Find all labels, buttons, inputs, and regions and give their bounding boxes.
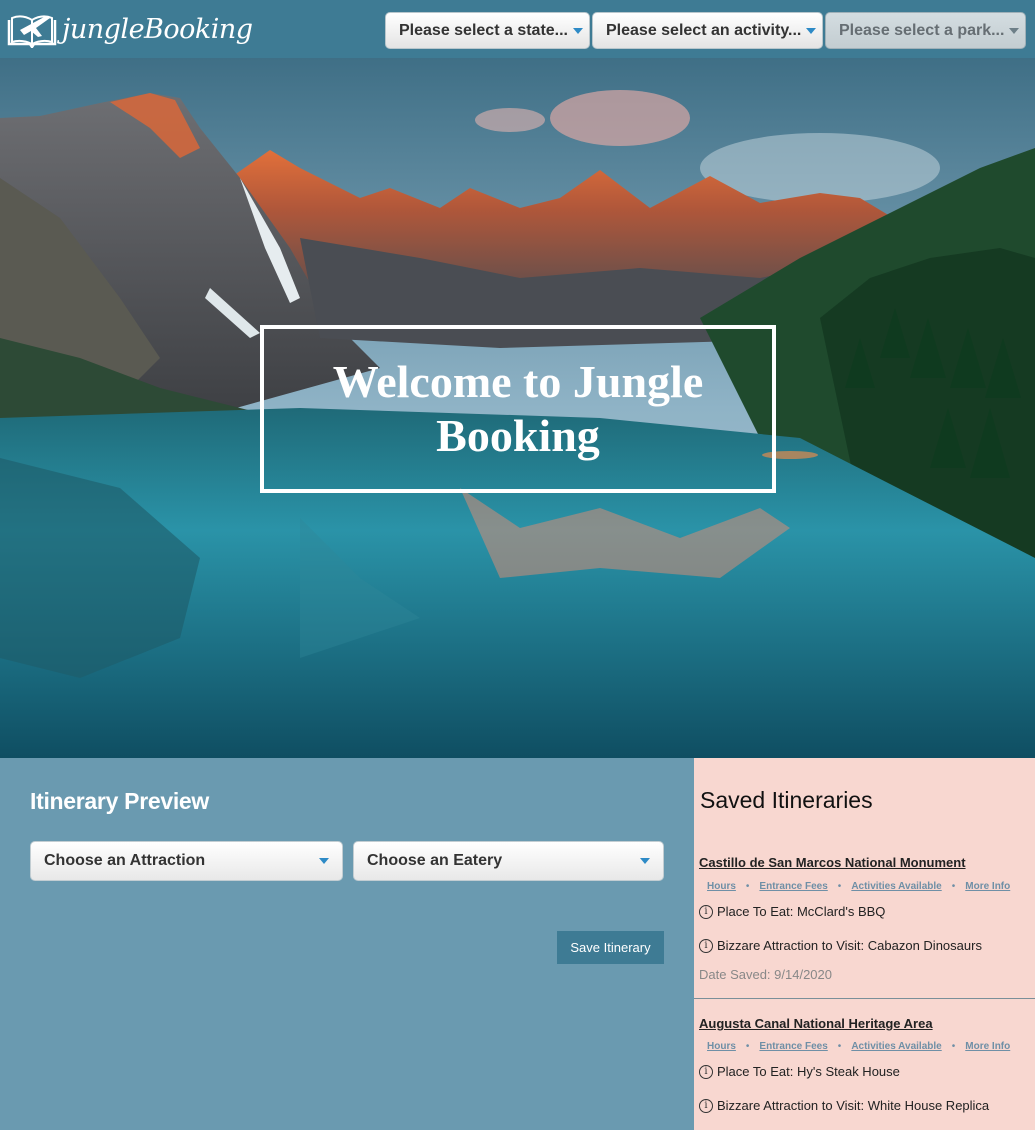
separator-dot: • bbox=[951, 881, 956, 892]
book-plane-icon bbox=[7, 15, 57, 48]
chevron-down-icon bbox=[640, 858, 650, 864]
attraction-text: Bizzare Attraction to Visit: Cabazon Din… bbox=[717, 938, 982, 953]
attraction-line: i Bizzare Attraction to Visit: White Hou… bbox=[699, 1098, 989, 1113]
date-saved: Date Saved: 9/14/2020 bbox=[699, 967, 832, 982]
eatery-select-label: Choose an Eatery bbox=[367, 852, 503, 869]
eatery-text: Place To Eat: Hy's Steak House bbox=[717, 1064, 900, 1079]
brand-logo[interactable]: jungleBooking bbox=[6, 8, 253, 50]
chevron-down-icon bbox=[1009, 28, 1019, 34]
entrance-fees-link[interactable]: Entrance Fees bbox=[759, 881, 827, 892]
eatery-text: Place To Eat: McClard's BBQ bbox=[717, 904, 886, 919]
welcome-banner: Welcome to Jungle Booking bbox=[260, 325, 776, 493]
attraction-line: i Bizzare Attraction to Visit: Cabazon D… bbox=[699, 938, 982, 953]
park-select-label: Please select a park... bbox=[839, 21, 1005, 39]
more-info-link[interactable]: More Info bbox=[965, 881, 1010, 892]
itinerary-title: Itinerary Preview bbox=[30, 788, 210, 814]
activity-select[interactable]: Please select an activity... bbox=[592, 12, 823, 49]
park-link[interactable]: Augusta Canal National Heritage Area bbox=[699, 1016, 933, 1031]
saved-itineraries-panel: Saved Itineraries Castillo de San Marcos… bbox=[694, 758, 1035, 1130]
chevron-down-icon bbox=[319, 858, 329, 864]
separator-dot: • bbox=[745, 881, 750, 892]
saved-itinerary-card: Augusta Canal National Heritage Area Hou… bbox=[694, 1015, 1035, 1130]
state-select[interactable]: Please select a state... bbox=[385, 12, 590, 49]
info-icon: i bbox=[699, 1064, 713, 1079]
separator-dot: • bbox=[951, 1041, 956, 1052]
state-select-label: Please select a state... bbox=[399, 21, 568, 39]
more-info-link[interactable]: More Info bbox=[965, 1041, 1010, 1052]
park-links: Hours • Entrance Fees • Activities Avail… bbox=[707, 1041, 1010, 1052]
attraction-select[interactable]: Choose an Attraction bbox=[30, 841, 343, 881]
saved-title: Saved Itineraries bbox=[700, 787, 873, 813]
welcome-heading: Welcome to Jungle Booking bbox=[332, 356, 704, 461]
hero-banner: Welcome to Jungle Booking bbox=[0, 58, 1035, 758]
park-select[interactable]: Please select a park... bbox=[825, 12, 1026, 49]
activity-select-label: Please select an activity... bbox=[606, 21, 802, 39]
park-links: Hours • Entrance Fees • Activities Avail… bbox=[707, 881, 1010, 892]
entrance-fees-link[interactable]: Entrance Fees bbox=[759, 1041, 827, 1052]
info-icon: i bbox=[699, 1098, 713, 1113]
hours-link[interactable]: Hours bbox=[707, 1041, 736, 1052]
brand-name: jungleBooking bbox=[62, 13, 253, 45]
activities-link[interactable]: Activities Available bbox=[851, 881, 941, 892]
eatery-select[interactable]: Choose an Eatery bbox=[353, 841, 664, 881]
attraction-text: Bizzare Attraction to Visit: White House… bbox=[717, 1098, 990, 1113]
attraction-select-label: Choose an Attraction bbox=[44, 852, 206, 869]
info-icon: i bbox=[699, 904, 713, 919]
save-itinerary-button[interactable]: Save Itinerary bbox=[557, 931, 664, 964]
eatery-line: i Place To Eat: Hy's Steak House bbox=[699, 1064, 900, 1079]
separator-dot: • bbox=[745, 1041, 750, 1052]
hours-link[interactable]: Hours bbox=[707, 881, 736, 892]
separator-dot: • bbox=[837, 881, 842, 892]
chevron-down-icon bbox=[806, 28, 816, 34]
itinerary-preview-panel: Itinerary Preview Choose an Attraction C… bbox=[0, 758, 694, 1130]
activities-link[interactable]: Activities Available bbox=[851, 1041, 941, 1052]
chevron-down-icon bbox=[573, 28, 583, 34]
park-link[interactable]: Castillo de San Marcos National Monument bbox=[699, 855, 966, 870]
card-divider bbox=[694, 998, 1035, 999]
eatery-line: i Place To Eat: McClard's BBQ bbox=[699, 904, 885, 919]
info-icon: i bbox=[699, 938, 713, 953]
separator-dot: • bbox=[837, 1041, 842, 1052]
top-navbar: jungleBooking Please select a state... P… bbox=[0, 0, 1035, 58]
saved-itinerary-card: Castillo de San Marcos National Monument… bbox=[694, 854, 1035, 994]
